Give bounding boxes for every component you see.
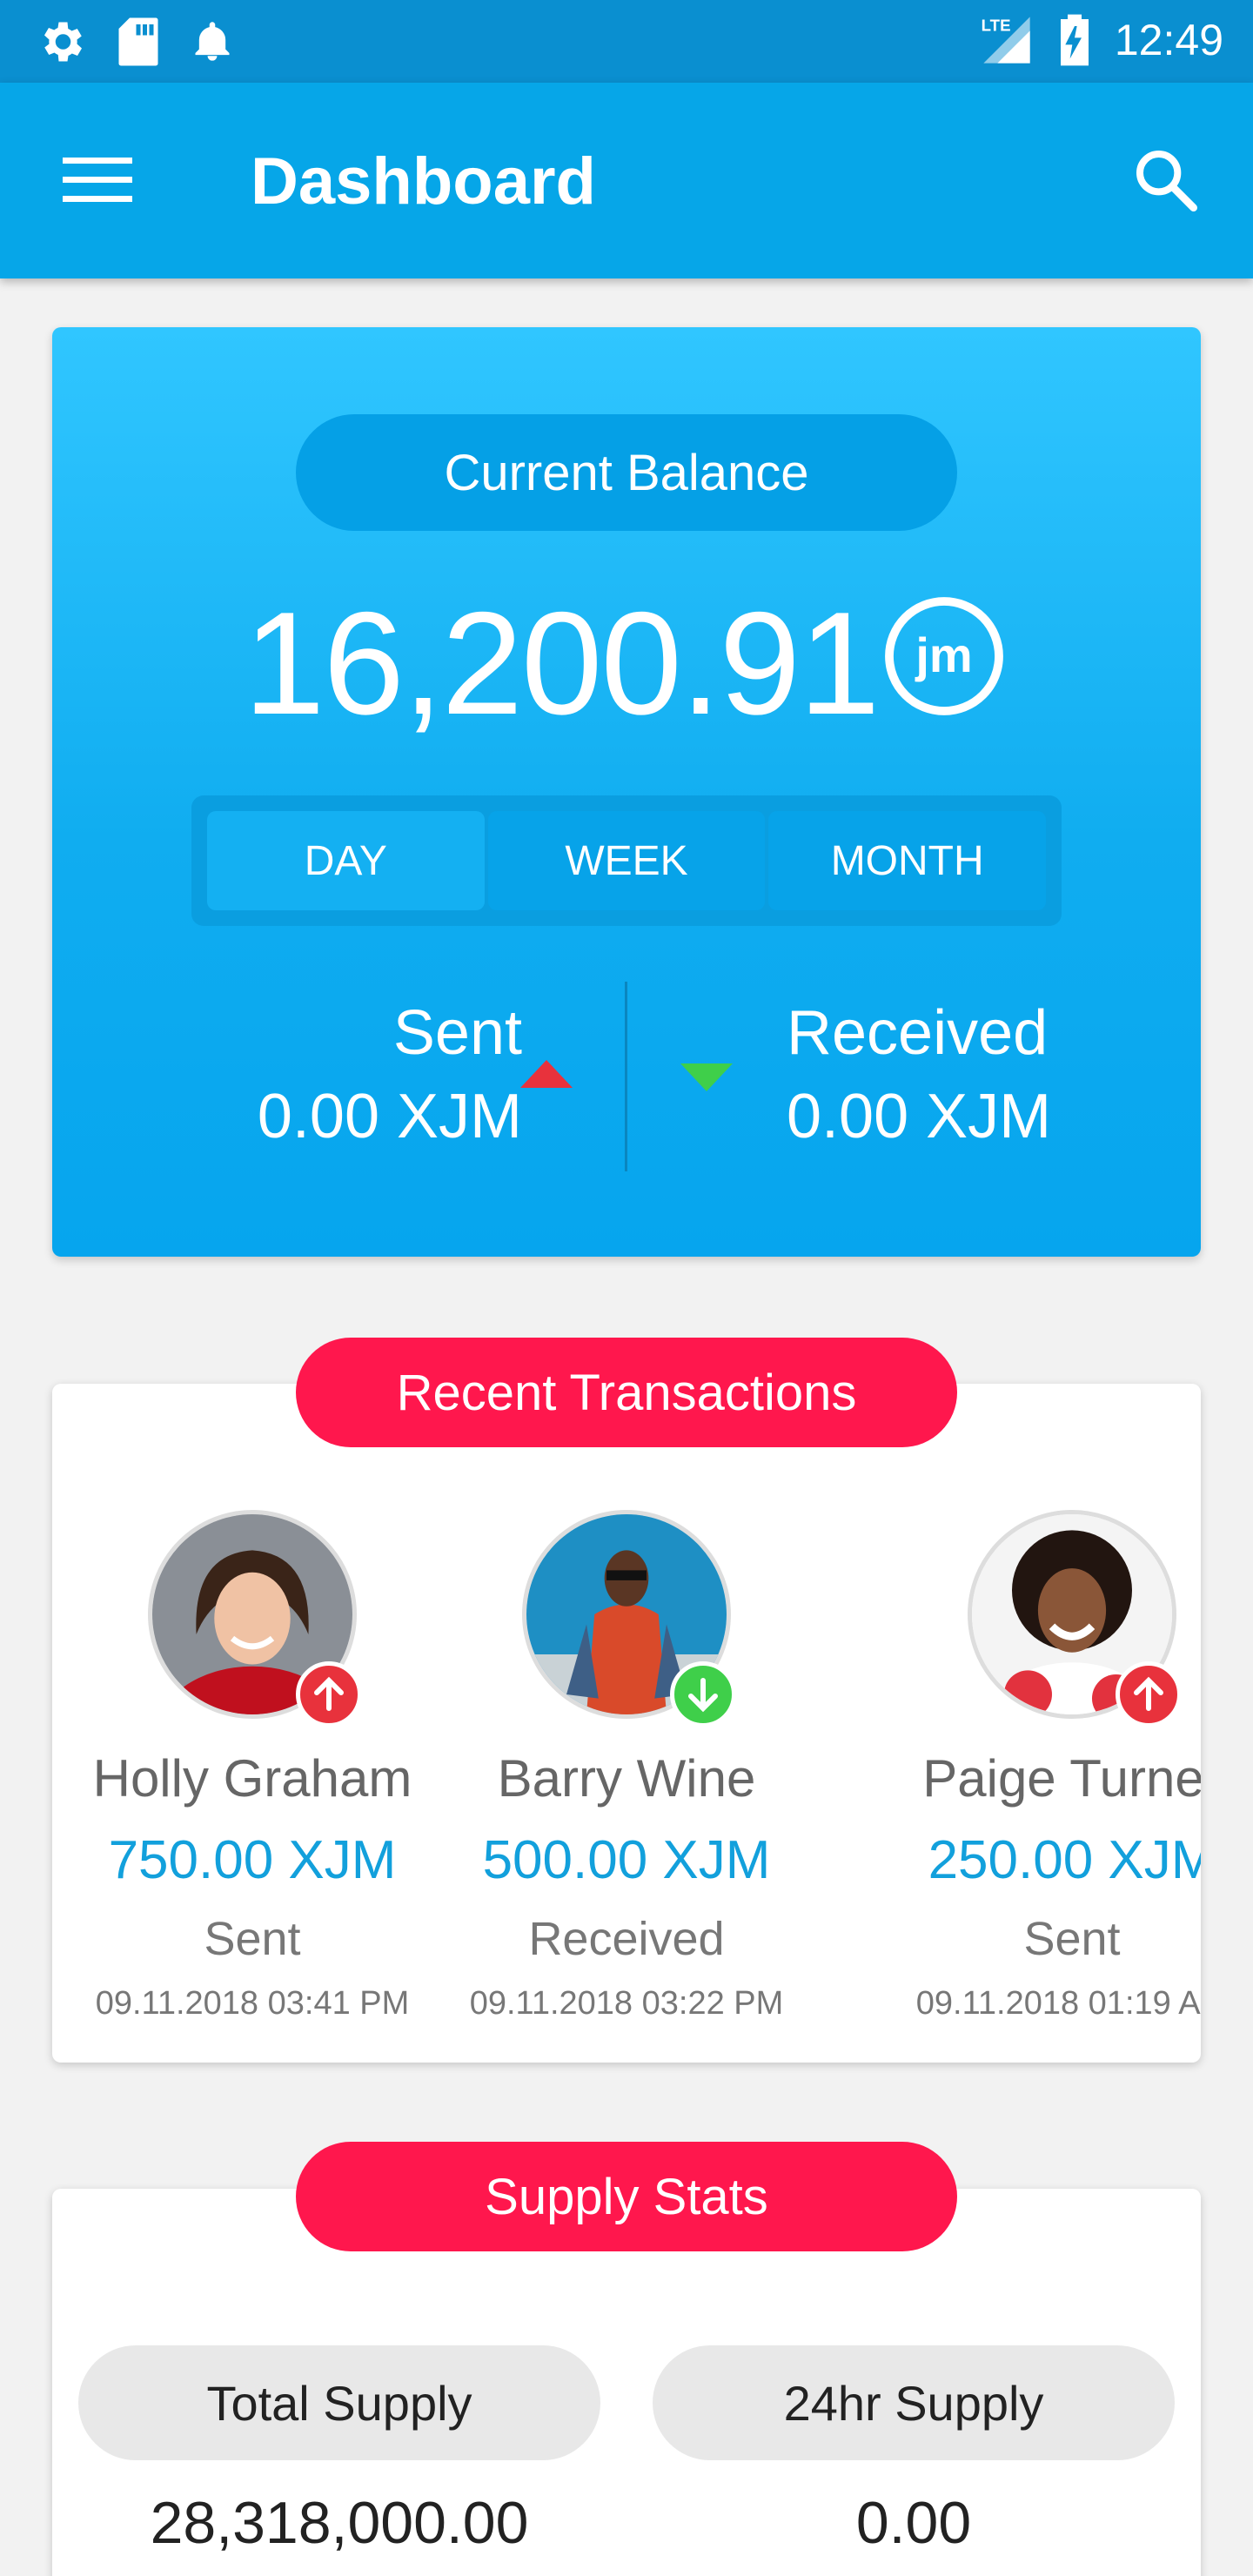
recent-transactions-card: Holly Graham 750.00 XJM Sent 09.11.2018 … [52,1384,1201,2063]
sent-arrow-icon [296,1661,362,1727]
received-arrow-icon [680,1063,733,1091]
status-bar: LTE 12:49 [0,0,1253,83]
transaction-name: Barry Wine [497,1749,756,1808]
transaction-date: 09.11.2018 01:19 AM [915,1985,1201,2022]
app-bar: Dashboard [0,83,1253,278]
sent-value: 0.00 XJM [257,1082,522,1151]
received-value: 0.00 XJM [787,1082,1052,1151]
received-label: Received [787,998,1049,1068]
sent-arrow-icon [1116,1661,1182,1727]
tab-day[interactable]: DAY [207,811,485,910]
transaction-status: Received [528,1913,725,1965]
tab-week[interactable]: WEEK [487,811,766,910]
daily-supply-value: 0.00 [855,2490,972,2556]
svg-text:jm: jm [915,627,972,682]
period-tabs: DAY WEEK MONTH [191,795,1062,926]
supply-stats-header: Supply Stats [296,2142,957,2251]
daily-supply-label: 24hr Supply [653,2345,1175,2460]
transaction-status: Sent [1023,1913,1121,1965]
total-supply-value: 28,318,000.00 [150,2490,529,2556]
transaction-item[interactable]: Barry Wine 500.00 XJM Received 09.11.201… [400,1510,853,2023]
received-arrow-icon [670,1661,736,1727]
recent-transactions-header: Recent Transactions [296,1338,957,1447]
balance-divider [625,982,627,1171]
network-label: LTE [982,16,1011,34]
balance-amount: 16,200.91 [244,581,880,745]
transaction-date: 09.11.2018 03:22 PM [469,1985,784,2022]
tab-month[interactable]: MONTH [768,811,1047,910]
signal-icon: LTE [982,16,1030,64]
sent-label: Sent [392,998,522,1068]
balance-card: Current Balance 16,200.91 jm DAY WEEK MO… [52,327,1201,1257]
transaction-item[interactable]: Paige Turner 250.00 XJM Sent 09.11.2018 … [846,1510,1201,2023]
status-time: 12:49 [1114,16,1223,64]
hamburger-menu-icon[interactable] [63,154,132,206]
search-icon[interactable] [1131,145,1201,215]
sd-card-icon [118,17,158,66]
received-summary: Received 0.00 XJM [787,997,1152,1152]
total-supply-label: Total Supply [78,2345,600,2460]
jm-currency-logo: jm [885,597,1003,715]
sent-summary: Sent 0.00 XJM [157,997,522,1152]
transaction-amount: 250.00 XJM [928,1830,1201,1890]
transaction-name: Paige Turner [922,1749,1201,1808]
transaction-amount: 500.00 XJM [482,1830,771,1890]
gear-icon [44,22,83,62]
current-balance-label: Current Balance [296,414,957,531]
page-title: Dashboard [251,144,596,218]
sent-arrow-icon [520,1060,573,1088]
bell-icon [195,22,230,61]
battery-charging-icon [1060,14,1089,66]
